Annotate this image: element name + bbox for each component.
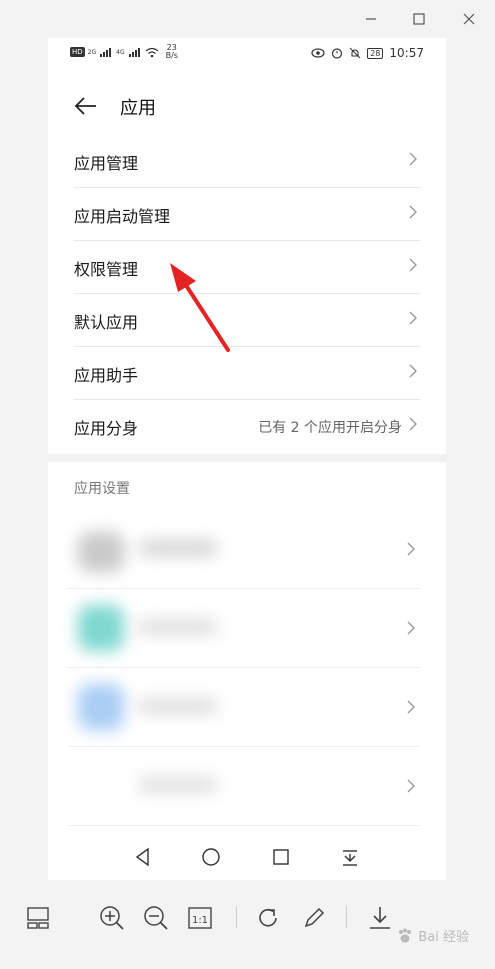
phone-screen: HD 2G 4G 23 B/s 28 10:57 应用 应用管理 应用启动管理 …: [48, 38, 446, 880]
home-circle-icon[interactable]: [200, 846, 222, 868]
status-bar: HD 2G 4G 23 B/s 28 10:57: [48, 38, 446, 72]
net-speed: 23 B/s: [166, 44, 178, 60]
menu-item-label: 应用助手: [74, 366, 139, 385]
app-name-blurred: [138, 777, 218, 793]
signal-icon-2: [128, 48, 140, 57]
battery-icon: 28: [367, 47, 384, 59]
viewer-toolbar: 1:1 Bai 经验: [0, 880, 495, 969]
watermark: Bai 经验: [396, 926, 469, 945]
app-list-item[interactable]: [68, 589, 420, 668]
app-name-blurred: [138, 540, 218, 556]
chevron-right-icon: [409, 417, 417, 431]
app-list-section: 应用设置: [48, 462, 446, 842]
wifi-icon: [145, 47, 159, 57]
net-4g-label: 4G: [116, 48, 125, 56]
notification-pull-icon[interactable]: [339, 846, 361, 868]
net-speed-unit: B/s: [165, 51, 178, 60]
menu-item-label: 应用启动管理: [74, 207, 171, 226]
signal-icon: [100, 48, 112, 57]
zoom-in-icon[interactable]: [96, 902, 128, 934]
eye-icon: [311, 48, 325, 58]
clock-time: 10:57: [389, 46, 424, 60]
app-name-blurred: [138, 619, 218, 635]
download-icon[interactable]: [364, 902, 396, 934]
toolbar-divider: [236, 906, 237, 928]
minimize-icon[interactable]: [360, 8, 382, 30]
svg-text:1:1: 1:1: [192, 915, 208, 926]
mute-bell-icon: [349, 47, 361, 59]
back-triangle-icon[interactable]: [132, 846, 154, 868]
chevron-right-icon: [409, 205, 417, 219]
layout-icon[interactable]: [22, 902, 54, 934]
menu-item-startup-management[interactable]: 应用启动管理: [74, 187, 420, 241]
app-settings-menu: 应用管理 应用启动管理 权限管理 默认应用 应用助手 应用分身 已有 2 个应用…: [48, 134, 446, 454]
chevron-right-icon: [407, 779, 415, 793]
paw-icon: [399, 928, 412, 942]
menu-item-label: 权限管理: [74, 260, 139, 279]
rotate-icon[interactable]: [252, 902, 284, 934]
recents-square-icon[interactable]: [270, 846, 292, 868]
menu-item-app-management[interactable]: 应用管理: [74, 134, 420, 188]
system-nav-bar: [48, 834, 446, 880]
section-title: 应用设置: [74, 481, 130, 497]
maximize-icon[interactable]: [408, 8, 430, 30]
app-name-blurred: [138, 698, 218, 714]
app-list-item[interactable]: [68, 668, 420, 747]
actual-size-icon[interactable]: 1:1: [184, 902, 216, 934]
net-2g-label: 2G: [87, 48, 97, 56]
app-list-item[interactable]: [68, 747, 420, 826]
chevron-right-icon: [409, 311, 417, 325]
app-icon-blurred: [78, 532, 124, 572]
chevron-right-icon: [407, 621, 415, 635]
app-icon-blurred: [78, 605, 124, 651]
toolbar-divider: [346, 906, 347, 928]
page-title: 应用: [120, 98, 156, 119]
app-icon-blurred: [78, 684, 124, 730]
chevron-right-icon: [409, 152, 417, 166]
zoom-out-icon[interactable]: [140, 902, 172, 934]
menu-item-label: 应用分身: [74, 419, 139, 438]
edit-icon[interactable]: [298, 902, 330, 934]
back-arrow-icon[interactable]: [72, 92, 100, 120]
menu-item-label: 应用管理: [74, 154, 139, 173]
menu-item-default-apps[interactable]: 默认应用: [74, 293, 420, 347]
menu-item-app-assistant[interactable]: 应用助手: [74, 346, 420, 400]
chevron-right-icon: [407, 542, 415, 556]
hd-badge-icon: HD: [70, 47, 85, 57]
menu-item-label: 默认应用: [74, 313, 139, 332]
close-icon[interactable]: [458, 8, 480, 30]
chevron-right-icon: [409, 258, 417, 272]
menu-item-value: 已有 2 个应用开启分身: [258, 420, 402, 436]
menu-item-permission-management[interactable]: 权限管理: [74, 240, 420, 294]
chevron-right-icon: [407, 700, 415, 714]
app-list-item[interactable]: [68, 510, 420, 589]
chevron-right-icon: [409, 364, 417, 378]
alarm-icon: [332, 48, 343, 59]
window-title-bar: [0, 0, 495, 38]
menu-item-app-twin[interactable]: 应用分身 已有 2 个应用开启分身: [74, 399, 420, 452]
watermark-text: Bai 经验: [418, 930, 469, 945]
status-left: HD 2G 4G 23 B/s: [70, 44, 178, 60]
status-right: 28 10:57: [311, 46, 424, 60]
